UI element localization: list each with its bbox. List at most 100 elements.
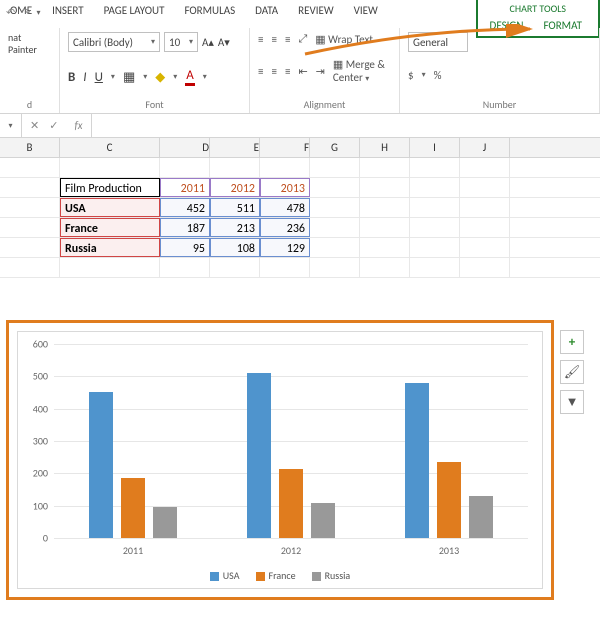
table-country[interactable]: Russia xyxy=(60,238,160,257)
number-format-select[interactable]: General xyxy=(408,32,468,52)
col-header[interactable]: H xyxy=(360,138,410,157)
italic-button[interactable]: I xyxy=(83,70,86,85)
bar-usa-2013[interactable] xyxy=(405,383,429,538)
table-country[interactable]: USA xyxy=(60,198,160,217)
y-tick: 200 xyxy=(33,467,48,480)
tab-page-layout[interactable]: PAGE LAYOUT xyxy=(94,0,175,22)
alignment-group: ≡ ≡ ≡ ⤢ ▦ Wrap Text ≡ ≡ ≡ ⇤ ⇥ ▦ Merge & … xyxy=(250,28,400,113)
orientation-icon[interactable]: ⤢ xyxy=(298,32,307,46)
chart-tools-label: CHART TOOLS xyxy=(480,0,596,17)
fill-color-button[interactable]: ◆ xyxy=(155,70,165,85)
tab-formulas[interactable]: FORMULAS xyxy=(174,0,245,22)
bar-russia-2013[interactable] xyxy=(469,496,493,538)
indent-inc-icon[interactable]: ⇥ xyxy=(316,65,325,78)
x-tick: 2013 xyxy=(439,544,459,557)
clipboard-group: nat Painter d xyxy=(0,28,60,113)
indent-dec-icon[interactable]: ⇤ xyxy=(298,65,307,78)
col-header[interactable]: B xyxy=(0,138,60,157)
formula-bar: ▾ ✕ ✓ fx xyxy=(0,114,600,138)
table-cell[interactable]: 452 xyxy=(160,198,210,217)
column-headers: B C D E F G H I J xyxy=(0,138,600,158)
clipboard-label: d xyxy=(8,98,51,111)
ribbon: ↶ ↷ ▾ nat Painter d Calibri (Body)▾ 10▾ … xyxy=(0,28,600,114)
table-year[interactable]: 2011 xyxy=(160,178,210,197)
chart-legend[interactable]: USA France Russia xyxy=(18,569,542,582)
y-tick: 300 xyxy=(33,435,48,448)
grow-font-button[interactable]: A▴ xyxy=(202,36,214,49)
y-tick: 100 xyxy=(33,499,48,512)
align-bottom-icon[interactable]: ≡ xyxy=(285,33,290,46)
table-cell[interactable]: 187 xyxy=(160,218,210,237)
bar-russia-2011[interactable] xyxy=(153,507,177,538)
number-group: General $▾ % Number xyxy=(400,28,600,113)
legend-item[interactable]: France xyxy=(256,569,296,582)
font-color-button[interactable]: A xyxy=(185,68,195,86)
cancel-icon[interactable]: ✕ xyxy=(30,119,39,132)
plot-area[interactable]: 0100200300400500600201120122013 xyxy=(54,344,528,538)
underline-button[interactable]: U xyxy=(95,70,103,85)
y-tick: 400 xyxy=(33,402,48,415)
align-middle-icon[interactable]: ≡ xyxy=(271,33,276,46)
align-center-icon[interactable]: ≡ xyxy=(271,65,276,78)
percent-button[interactable]: % xyxy=(434,69,442,82)
bar-france-2013[interactable] xyxy=(437,462,461,538)
legend-item[interactable]: USA xyxy=(210,569,240,582)
legend-item[interactable]: Russia xyxy=(312,569,351,582)
chart-filter-button[interactable]: ▼ xyxy=(560,390,584,414)
font-name-select[interactable]: Calibri (Body)▾ xyxy=(68,32,160,52)
table-cell[interactable]: 108 xyxy=(210,238,260,257)
number-group-label: Number xyxy=(408,98,591,111)
chart-object[interactable]: 0100200300400500600201120122013 USA Fran… xyxy=(6,320,554,600)
ribbon-tabs: OME INSERT PAGE LAYOUT FORMULAS DATA REV… xyxy=(0,0,600,22)
tab-data[interactable]: DATA xyxy=(245,0,288,22)
bar-russia-2012[interactable] xyxy=(311,503,335,538)
table-cell[interactable]: 236 xyxy=(260,218,310,237)
col-header[interactable]: G xyxy=(310,138,360,157)
x-tick: 2011 xyxy=(123,544,143,557)
col-header[interactable]: J xyxy=(460,138,510,157)
enter-icon[interactable]: ✓ xyxy=(49,119,58,132)
bar-usa-2011[interactable] xyxy=(89,392,113,538)
bold-button[interactable]: B xyxy=(68,70,75,85)
name-box-dropdown[interactable]: ▾ xyxy=(0,114,22,137)
col-header[interactable]: F xyxy=(260,138,310,157)
col-header[interactable]: C xyxy=(60,138,160,157)
chart-styles-button[interactable]: 🖌 xyxy=(560,360,584,384)
chart-area[interactable]: 0100200300400500600201120122013 USA Fran… xyxy=(17,331,543,589)
bar-france-2012[interactable] xyxy=(279,469,303,538)
tab-view[interactable]: VIEW xyxy=(344,0,388,22)
worksheet: B C D E F G H I J Film Production 2011 2… xyxy=(0,138,600,278)
wrap-text-button[interactable]: ▦ Wrap Text xyxy=(315,33,373,46)
table-cell[interactable]: 511 xyxy=(210,198,260,217)
redo-button[interactable]: ↷ xyxy=(21,6,30,19)
table-country[interactable]: France xyxy=(60,218,160,237)
merge-center-button[interactable]: ▦ Merge & Center ▾ xyxy=(333,58,391,84)
fx-icon[interactable]: fx xyxy=(68,119,82,132)
currency-button[interactable]: $ xyxy=(408,69,414,82)
border-button[interactable]: ▦ xyxy=(123,70,135,85)
table-cell[interactable]: 213 xyxy=(210,218,260,237)
align-right-icon[interactable]: ≡ xyxy=(285,65,290,78)
col-header[interactable]: D xyxy=(160,138,210,157)
format-painter-button[interactable]: nat Painter xyxy=(8,32,51,56)
shrink-font-button[interactable]: A▾ xyxy=(218,36,230,49)
bar-france-2011[interactable] xyxy=(121,478,145,538)
col-header[interactable]: I xyxy=(410,138,460,157)
y-tick: 500 xyxy=(33,370,48,383)
align-left-icon[interactable]: ≡ xyxy=(258,65,263,78)
tab-insert[interactable]: INSERT xyxy=(42,0,94,22)
col-header[interactable]: E xyxy=(210,138,260,157)
table-cell[interactable]: 129 xyxy=(260,238,310,257)
chart-elements-button[interactable]: + xyxy=(560,330,584,354)
font-group-label: Font xyxy=(68,98,241,111)
table-cell[interactable]: 478 xyxy=(260,198,310,217)
undo-button[interactable]: ↶ xyxy=(6,6,15,19)
tab-review[interactable]: REVIEW xyxy=(288,0,344,22)
table-corner[interactable]: Film Production xyxy=(60,178,160,197)
align-top-icon[interactable]: ≡ xyxy=(258,33,263,46)
table-cell[interactable]: 95 xyxy=(160,238,210,257)
bar-usa-2012[interactable] xyxy=(247,373,271,538)
table-year[interactable]: 2012 xyxy=(210,178,260,197)
table-year[interactable]: 2013 xyxy=(260,178,310,197)
font-size-select[interactable]: 10▾ xyxy=(164,32,198,52)
